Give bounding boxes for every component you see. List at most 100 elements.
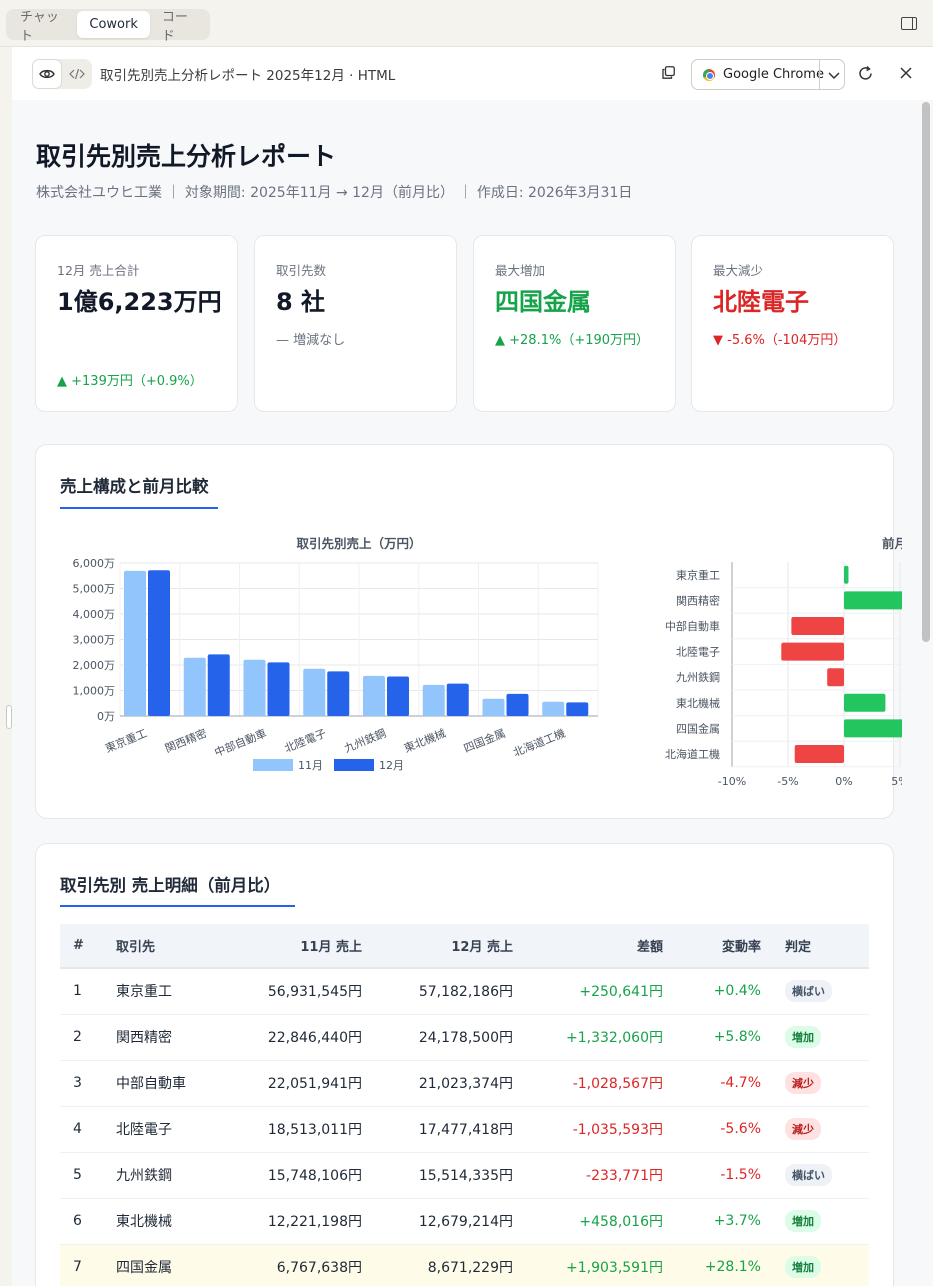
- cell-rate: -5.6%: [663, 1106, 761, 1153]
- cell-rate: +5.8%: [663, 1014, 761, 1061]
- cell-no: 2: [60, 1014, 116, 1061]
- change-bar: [781, 642, 844, 661]
- cell-diff: -233,771円: [513, 1152, 663, 1199]
- kpi-value: 1億6,223万円: [57, 288, 222, 316]
- bar-11月: [243, 659, 266, 716]
- scrollbar[interactable]: [919, 100, 933, 1286]
- cell-diff: +1,332,060円: [513, 1014, 663, 1061]
- browser-divider: [819, 60, 820, 89]
- bar-11月: [482, 698, 505, 716]
- y-tick-label: 関西精密: [676, 593, 720, 607]
- col-judge: 判定: [761, 924, 869, 969]
- cell-rate: +3.7%: [663, 1198, 761, 1245]
- mode-cowork-button[interactable]: Cowork: [77, 11, 150, 38]
- reload-icon[interactable]: [857, 65, 874, 82]
- preview-eye-icon[interactable]: [32, 59, 62, 89]
- cell-diff: +458,016円: [513, 1198, 663, 1245]
- bar-12月: [387, 676, 409, 716]
- scrollbar-thumb[interactable]: [922, 102, 930, 642]
- chart-title: 取引先別売上（万円）: [296, 536, 421, 551]
- change-bar: [844, 719, 902, 738]
- cell-no: 1: [60, 968, 116, 1015]
- change-bar: [844, 591, 902, 610]
- cell-nov-sales: 18,513,011円: [216, 1106, 362, 1153]
- y-tick-label: 2,000万: [73, 659, 116, 672]
- preview-header: 取引先別売上分析レポート 2025年12月 · HTML Google Chro…: [12, 47, 933, 100]
- y-tick-label: 北陸電子: [676, 646, 720, 659]
- cell-dec-sales: 21,023,374円: [362, 1060, 513, 1107]
- chart-title: 前月比 変動: [882, 536, 902, 551]
- source-code-icon[interactable]: [62, 59, 92, 89]
- copy-icon[interactable]: [662, 66, 675, 79]
- x-tick-label: 中部自動車: [212, 726, 268, 760]
- bar-11月: [183, 657, 206, 716]
- chevron-down-icon[interactable]: [827, 68, 841, 82]
- y-tick-label: 3,000万: [73, 634, 116, 647]
- y-tick-label: 5,000万: [73, 583, 116, 596]
- cell-nov-sales: 22,051,941円: [216, 1060, 362, 1107]
- table-row: 1 東京重工 56,931,545円 57,182,186円 +250,641円 +0.4…: [60, 968, 869, 1015]
- cell-rate: -4.7%: [663, 1060, 761, 1107]
- y-tick-label: 東京重工: [676, 568, 720, 582]
- cell-diff: +250,641円: [513, 968, 663, 1015]
- table-row: 5 九州鉄鋼 15,748,106円 15,514,335円 -233,771円 -1.5…: [60, 1152, 869, 1199]
- y-tick-label: 北海道工機: [665, 747, 720, 761]
- preview-panel: 取引先別売上分析レポート 2025年12月 · HTML Google Chro…: [12, 47, 933, 1286]
- browser-select[interactable]: Google Chrome: [691, 59, 845, 90]
- cell-nov-sales: 56,931,545円: [216, 968, 362, 1015]
- cell-client: 関西精密: [116, 1014, 216, 1061]
- mode-chat-button[interactable]: チャット: [8, 10, 77, 44]
- cell-no: 7: [60, 1244, 116, 1286]
- report-viewport: 取引先別売上分析レポート 株式会社ユウヒ工業 ｜ 対象期間: 2025年11月 …: [12, 100, 919, 1286]
- kpi-max-increase: 最大増加 四国金属 ▲ +28.1%（+190万円）: [473, 235, 676, 412]
- sidebar-toggle-icon[interactable]: [901, 17, 917, 30]
- change-bar: [844, 565, 849, 584]
- table-row: 6 東北機械 12,221,198円 12,679,214円 +458,016円 +3.7…: [60, 1198, 869, 1245]
- y-tick-label: 4,000万: [73, 608, 116, 621]
- status-badge: 横ばい: [785, 980, 832, 1003]
- cell-dec-sales: 8,671,229円: [362, 1244, 513, 1286]
- change-bar: [844, 693, 886, 712]
- y-tick-label: 中部自動車: [665, 619, 720, 633]
- cell-dec-sales: 15,514,335円: [362, 1152, 513, 1199]
- chart-section-title: 売上構成と前月比較: [60, 477, 209, 496]
- kpi-delta: ▼ -5.6%（-104万円）: [713, 333, 847, 348]
- x-tick-label: 北陸電子: [283, 727, 329, 756]
- status-badge: 減少: [785, 1072, 821, 1094]
- kpi-delta: ▲ +28.1%（+190万円）: [495, 333, 650, 348]
- y-tick-label: 6,000万: [73, 557, 116, 570]
- kpi-value: 四国金属: [495, 288, 591, 316]
- cell-no: 3: [60, 1060, 116, 1107]
- legend-swatch: [334, 759, 374, 771]
- sales-bar-chart: 取引先別売上（万円） 0万 1,000万 2,000万 3,000万 4,000万 5,00…: [73, 536, 599, 772]
- y-tick-label: 九州鉄鋼: [676, 670, 720, 684]
- x-tick-label: 0%: [835, 775, 852, 788]
- report-meta: 株式会社ユウヒ工業 ｜ 対象期間: 2025年11月 → 12月（前月比） ｜ …: [36, 185, 633, 201]
- document-title: 取引先別売上分析レポート 2025年12月 · HTML: [100, 68, 396, 84]
- bar-11月: [542, 701, 565, 716]
- col-diff: 差額: [513, 924, 663, 969]
- cell-client: 北陸電子: [116, 1106, 216, 1153]
- table-row: 7 四国金属 6,767,638円 8,671,229円 +1,903,591円 +28.…: [60, 1244, 869, 1286]
- cell-dec-sales: 17,477,418円: [362, 1106, 513, 1153]
- x-tick-label: 東京重工: [103, 726, 149, 755]
- kpi-max-decrease: 最大減少 北陸電子 ▼ -5.6%（-104万円）: [691, 235, 894, 412]
- status-badge: 増加: [785, 1210, 821, 1232]
- change-bar: [827, 668, 844, 687]
- x-tick-label: 5%: [891, 775, 902, 788]
- col-nov-sales: 11月 売上: [216, 924, 362, 969]
- section-underline: [60, 905, 295, 907]
- chart-card: 売上構成と前月比較 取引先別売上（万円） 0万 1,000万 2,000万 3,000万…: [35, 444, 902, 819]
- mode-code-button[interactable]: コード: [150, 10, 208, 44]
- section-underline: [60, 507, 218, 509]
- browser-label: Google Chrome: [723, 67, 824, 82]
- x-tick-label: 四国金属: [461, 726, 507, 755]
- cell-client: 東京重工: [116, 968, 216, 1015]
- close-icon[interactable]: [899, 66, 913, 80]
- cell-judge: 横ばい: [761, 1152, 869, 1199]
- status-badge: 横ばい: [785, 1164, 832, 1186]
- bar-12月: [506, 693, 529, 716]
- x-tick-label: 東北機械: [402, 726, 448, 755]
- sales-detail-table: # 取引先 11月 売上 12月 売上 差額 変動率 判定 1 東京重工 56,93…: [60, 924, 869, 1286]
- bar-11月: [303, 668, 326, 716]
